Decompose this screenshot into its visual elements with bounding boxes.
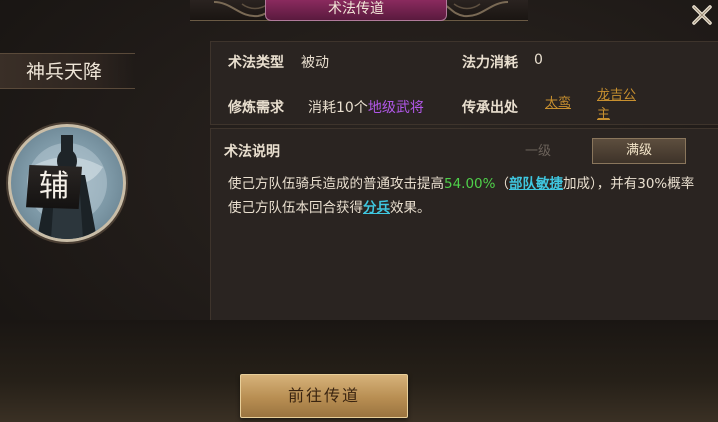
source-link-0[interactable]: 太鸾	[545, 94, 571, 114]
tab-level-one[interactable]: 一级	[508, 140, 568, 164]
close-x-icon	[692, 5, 712, 25]
requirement-highlight: 地级武将	[367, 100, 424, 116]
description-label: 术法说明	[224, 144, 280, 160]
cost-value: 0	[534, 52, 543, 68]
source-link-1[interactable]: 龙吉公主	[597, 86, 641, 124]
percent-value: 54.00%	[444, 176, 496, 192]
go-teach-button[interactable]: 前往传道	[240, 374, 408, 418]
type-value: 被动	[301, 55, 329, 71]
close-button[interactable]	[686, 0, 718, 30]
effect-keyword[interactable]: 分兵	[363, 200, 390, 216]
window-title: 术法传道	[265, 0, 447, 21]
skill-name: 神兵天降	[0, 53, 135, 89]
source-label: 传承出处	[462, 100, 518, 116]
role-badge: 辅	[26, 165, 82, 209]
tab-level-max[interactable]: 满级	[592, 138, 686, 164]
right-swirl-ornament	[441, 1, 509, 18]
cost-label: 法力消耗	[462, 55, 518, 71]
requirement-value: 消耗10个地级武将	[308, 100, 424, 116]
attribute-keyword[interactable]: 部队敏捷	[509, 176, 563, 192]
description-text: 使己方队伍骑兵造成的普通攻击提高54.00%（部队敏捷加成），并有30%概率使己…	[228, 176, 695, 216]
type-label: 术法类型	[228, 55, 284, 71]
requirement-label: 修炼需求	[228, 100, 284, 116]
